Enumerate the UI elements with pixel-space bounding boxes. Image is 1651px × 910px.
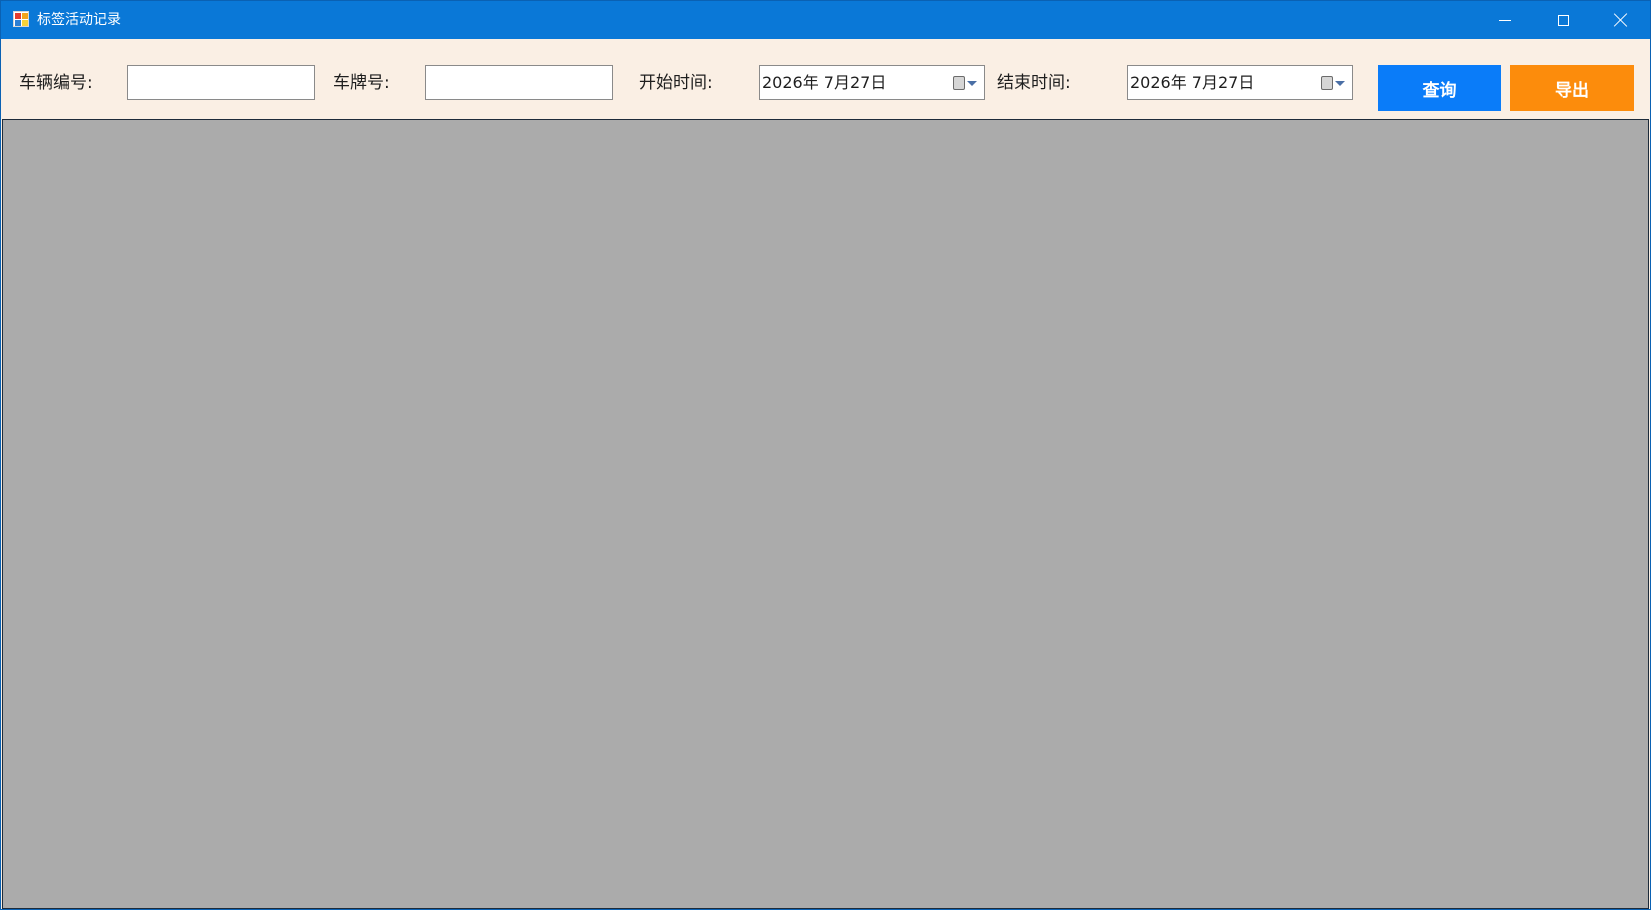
calendar-icon[interactable] — [1321, 76, 1333, 90]
plate-no-input[interactable] — [425, 65, 613, 100]
close-icon — [1614, 13, 1628, 27]
vehicle-no-label: 车辆编号: — [19, 73, 93, 93]
start-date-value: 2026年 7月27日 — [762, 73, 887, 92]
plate-no-label: 车牌号: — [333, 73, 390, 93]
start-date-picker[interactable]: 2026年 7月27日 — [759, 65, 985, 100]
query-button[interactable]: 查询 — [1378, 65, 1501, 111]
maximize-icon — [1557, 14, 1569, 26]
app-window: 标签活动记录 车辆编号: 车牌号: 开始时间: 2026年 7月27日 结束时间… — [0, 0, 1651, 910]
end-date-picker[interactable]: 2026年 7月27日 — [1127, 65, 1353, 100]
maximize-button[interactable] — [1534, 1, 1592, 39]
minimize-icon — [1499, 19, 1511, 21]
vehicle-no-input[interactable] — [127, 65, 315, 100]
app-icon — [13, 11, 29, 27]
title-bar[interactable]: 标签活动记录 — [1, 1, 1650, 39]
filter-toolbar: 车辆编号: 车牌号: 开始时间: 2026年 7月27日 结束时间: 2026年… — [1, 39, 1650, 119]
close-button[interactable] — [1592, 1, 1650, 39]
results-grid-panel[interactable] — [2, 119, 1649, 909]
dropdown-arrow-icon[interactable] — [967, 81, 977, 86]
end-date-value: 2026年 7月27日 — [1130, 73, 1255, 92]
calendar-icon[interactable] — [953, 76, 965, 90]
export-button[interactable]: 导出 — [1510, 65, 1634, 111]
start-time-label: 开始时间: — [639, 73, 713, 93]
dropdown-arrow-icon[interactable] — [1335, 81, 1345, 86]
minimize-button[interactable] — [1476, 1, 1534, 39]
window-title: 标签活动记录 — [37, 12, 121, 28]
end-time-label: 结束时间: — [997, 73, 1071, 93]
